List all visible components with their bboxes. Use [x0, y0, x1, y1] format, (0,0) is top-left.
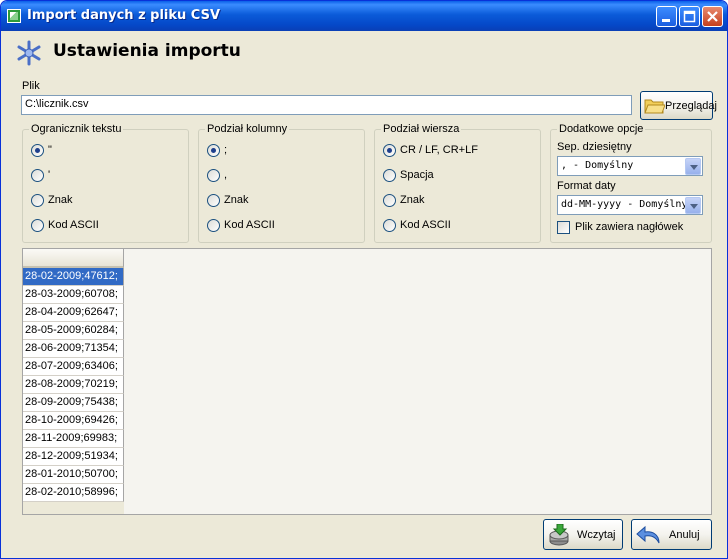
undo-arrow-icon: [636, 525, 660, 544]
date-format-select[interactable]: dd-MM-yyyy - Domyślny: [557, 195, 703, 215]
folder-icon: [644, 99, 665, 114]
column-split-label-ascii: Kod ASCII: [224, 219, 275, 231]
grid-column-header[interactable]: [23, 249, 124, 268]
text-qualifier-radio-ascii[interactable]: [31, 219, 44, 232]
column-split-label-semicolon: ;: [224, 144, 228, 156]
close-icon: [707, 11, 718, 22]
title-bar[interactable]: Import danych z pliku CSV: [1, 1, 727, 31]
table-row[interactable]: 28-08-2009;70219;: [23, 376, 124, 394]
row-split-radio-char[interactable]: [383, 194, 396, 207]
grid-column: 28-02-2009;47612; 28-03-2009;60708; 28-04-…: [23, 249, 124, 502]
text-qualifier-radio-single-quote[interactable]: [31, 169, 44, 182]
row-split-label-char: Znak: [400, 194, 425, 206]
decimal-separator-select[interactable]: , - Domyślny: [557, 156, 703, 176]
cancel-button[interactable]: Anuluj: [631, 519, 712, 550]
table-row[interactable]: 28-09-2009;75438;: [23, 394, 124, 412]
text-qualifier-group: Ogranicznik tekstu " ' Znak Kod ASCII: [22, 123, 189, 243]
maximize-icon: [683, 10, 696, 23]
browse-button-label: Przeglądaj: [665, 100, 717, 112]
table-row[interactable]: 28-07-2009;63406;: [23, 358, 124, 376]
table-row[interactable]: 28-04-2009;62647;: [23, 304, 124, 322]
file-label: Plik: [22, 80, 40, 92]
file-path-input[interactable]: C:\licznik.csv: [21, 95, 632, 115]
table-row[interactable]: 28-01-2010;50700;: [23, 466, 124, 484]
column-split-label-char: Znak: [224, 194, 249, 206]
asterisk-settings-icon: [17, 40, 41, 66]
column-split-label-comma: ,: [224, 169, 228, 181]
text-qualifier-label-ascii: Kod ASCII: [48, 219, 99, 231]
header-row-checkbox-label: Plik zawiera nagłówek: [575, 221, 684, 233]
decimal-separator-label: Sep. dziesiętny: [557, 141, 632, 153]
row-split-label-space: Spacja: [400, 169, 434, 181]
table-row[interactable]: 28-12-2009;51934;: [23, 448, 124, 466]
load-button-label: Wczytaj: [577, 529, 616, 541]
browse-button[interactable]: Przeglądaj: [640, 91, 717, 120]
data-preview-grid[interactable]: 28-02-2009;47612; 28-03-2009;60708; 28-04-…: [22, 248, 712, 515]
column-split-radio-comma[interactable]: [207, 169, 220, 182]
import-csv-window: Import danych z pliku CSV Ustawienia imp…: [0, 0, 728, 559]
cancel-button-label: Anuluj: [669, 529, 700, 541]
table-row[interactable]: 28-11-2009;69983;: [23, 430, 124, 448]
extra-options-group: Dodatkowe opcje Sep. dziesiętny , - Domy…: [550, 123, 712, 243]
chevron-down-icon[interactable]: [685, 197, 701, 214]
text-qualifier-title: Ogranicznik tekstu: [29, 123, 124, 135]
table-row[interactable]: 28-02-2010;58996;: [23, 484, 124, 502]
row-split-group: Podział wiersza CR / LF, CR+LF Spacja Zn…: [374, 123, 541, 243]
minimize-button[interactable]: [656, 6, 677, 27]
table-row[interactable]: 28-03-2009;60708;: [23, 286, 124, 304]
app-icon: [7, 9, 21, 23]
date-format-label: Format daty: [557, 180, 616, 192]
row-split-title: Podział wiersza: [381, 123, 462, 135]
row-split-radio-crlf[interactable]: [383, 144, 396, 157]
table-row[interactable]: 28-05-2009;60284;: [23, 322, 124, 340]
text-qualifier-label-double-quote: ": [48, 144, 52, 156]
grid-empty-area: [124, 249, 711, 514]
text-qualifier-label-char: Znak: [48, 194, 73, 206]
row-split-label-ascii: Kod ASCII: [400, 219, 451, 231]
column-split-group: Podział kolumny ; , Znak Kod ASCII: [198, 123, 365, 243]
column-split-radio-semicolon[interactable]: [207, 144, 220, 157]
close-button[interactable]: [702, 6, 723, 27]
window-title: Import danych z pliku CSV: [27, 8, 221, 23]
column-split-title: Podział kolumny: [205, 123, 290, 135]
table-row[interactable]: 28-10-2009;69426;: [23, 412, 124, 430]
extra-options-title: Dodatkowe opcje: [557, 123, 646, 135]
row-split-radio-space[interactable]: [383, 169, 396, 182]
chevron-down-icon[interactable]: [685, 158, 701, 175]
load-button[interactable]: Wczytaj: [543, 519, 623, 550]
text-qualifier-radio-char[interactable]: [31, 194, 44, 207]
date-format-value: dd-MM-yyyy - Domyślny: [561, 199, 688, 210]
table-row[interactable]: 28-06-2009;71354;: [23, 340, 124, 358]
load-icon: [549, 524, 569, 546]
header-row-checkbox[interactable]: [557, 221, 570, 234]
text-qualifier-radio-double-quote[interactable]: [31, 144, 44, 157]
row-split-radio-ascii[interactable]: [383, 219, 396, 232]
column-split-radio-char[interactable]: [207, 194, 220, 207]
table-row[interactable]: 28-02-2009;47612;: [23, 268, 124, 286]
row-split-label-crlf: CR / LF, CR+LF: [400, 144, 478, 156]
text-qualifier-label-single-quote: ': [48, 169, 51, 181]
minimize-icon: [662, 19, 670, 22]
maximize-button[interactable]: [679, 6, 700, 27]
decimal-separator-value: , - Domyślny: [561, 160, 634, 171]
column-split-radio-ascii[interactable]: [207, 219, 220, 232]
page-title: Ustawienia importu: [53, 41, 241, 61]
